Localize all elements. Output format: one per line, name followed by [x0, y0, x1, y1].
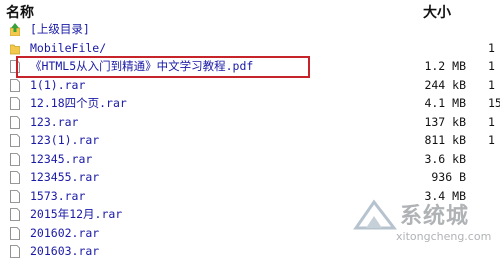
file-size: 936 B — [431, 170, 466, 184]
file-link[interactable]: 1(1).rar — [30, 76, 85, 95]
folder-link-mobilefile[interactable]: MobileFile/ — [30, 39, 106, 58]
folder-row[interactable]: MobileFile/ 1 — [0, 39, 500, 58]
file-size: 811 kB — [424, 133, 466, 147]
file-size: 4.1 MB — [424, 96, 466, 110]
file-row[interactable]: 1(1).rar 244 kB 1 — [0, 76, 500, 95]
file-row[interactable]: 123(1).rar 811 kB 1 — [0, 131, 500, 150]
row-date: 1 — [488, 114, 495, 129]
file-icon — [10, 115, 20, 129]
file-size: 244 kB — [424, 77, 466, 92]
file-link[interactable]: 《HTML5从入门到精通》中文学习教程.pdf — [30, 57, 253, 76]
file-link[interactable]: 12.18四个页.rar — [30, 94, 127, 113]
parent-dir-link[interactable]: [上级目录] — [30, 20, 90, 39]
file-icon — [10, 208, 20, 221]
row-date: 1 — [488, 133, 495, 147]
file-link[interactable]: 123(1).rar — [30, 131, 99, 150]
file-link[interactable]: 123455.rar — [30, 168, 99, 187]
file-icon — [10, 152, 20, 166]
file-icon — [10, 171, 20, 184]
file-icon — [10, 226, 20, 240]
file-size: 137 kB — [424, 114, 466, 129]
file-icon — [10, 97, 20, 110]
file-row[interactable]: 123.rar 137 kB 1 — [0, 113, 500, 132]
file-size: 3.6 kB — [424, 151, 466, 166]
name-column-header[interactable]: 名称 — [6, 2, 34, 22]
watermark-text: 系统城 — [400, 204, 470, 229]
file-link[interactable]: 123.rar — [30, 113, 78, 132]
file-row[interactable]: 《HTML5从入门到精通》中文学习教程.pdf 1.2 MB 1 — [0, 57, 500, 76]
file-icon — [10, 78, 20, 92]
up-folder-icon — [10, 23, 20, 36]
column-header: 名称 大小 — [0, 0, 500, 22]
parent-dir-row[interactable]: [上级目录] — [0, 20, 500, 39]
file-icon — [10, 134, 20, 147]
row-date: 1 — [488, 40, 495, 55]
row-date: 15 — [488, 96, 500, 110]
folder-icon — [10, 44, 20, 54]
row-date: 1 — [488, 59, 495, 73]
file-link[interactable]: 12345.rar — [30, 150, 92, 169]
file-link[interactable]: 201603.rar — [30, 242, 99, 261]
watermark-logo — [353, 199, 398, 230]
file-row[interactable]: 12345.rar 3.6 kB — [0, 150, 500, 169]
row-date: 1 — [488, 77, 495, 92]
watermark: 系统城 xitongcheng.com — [352, 196, 500, 252]
file-size: 1.2 MB — [424, 59, 466, 73]
watermark-url: xitongcheng.com — [396, 230, 492, 243]
file-link[interactable]: 2015年12月.rar — [30, 205, 122, 224]
file-icon — [10, 189, 20, 203]
file-row[interactable]: 123455.rar 936 B — [0, 168, 500, 187]
file-icon — [10, 60, 20, 73]
file-row[interactable]: 12.18四个页.rar 4.1 MB 15 — [0, 94, 500, 113]
size-column-header[interactable]: 大小 — [423, 2, 451, 22]
file-link[interactable]: 201602.rar — [30, 224, 99, 243]
file-link[interactable]: 1573.rar — [30, 187, 85, 206]
